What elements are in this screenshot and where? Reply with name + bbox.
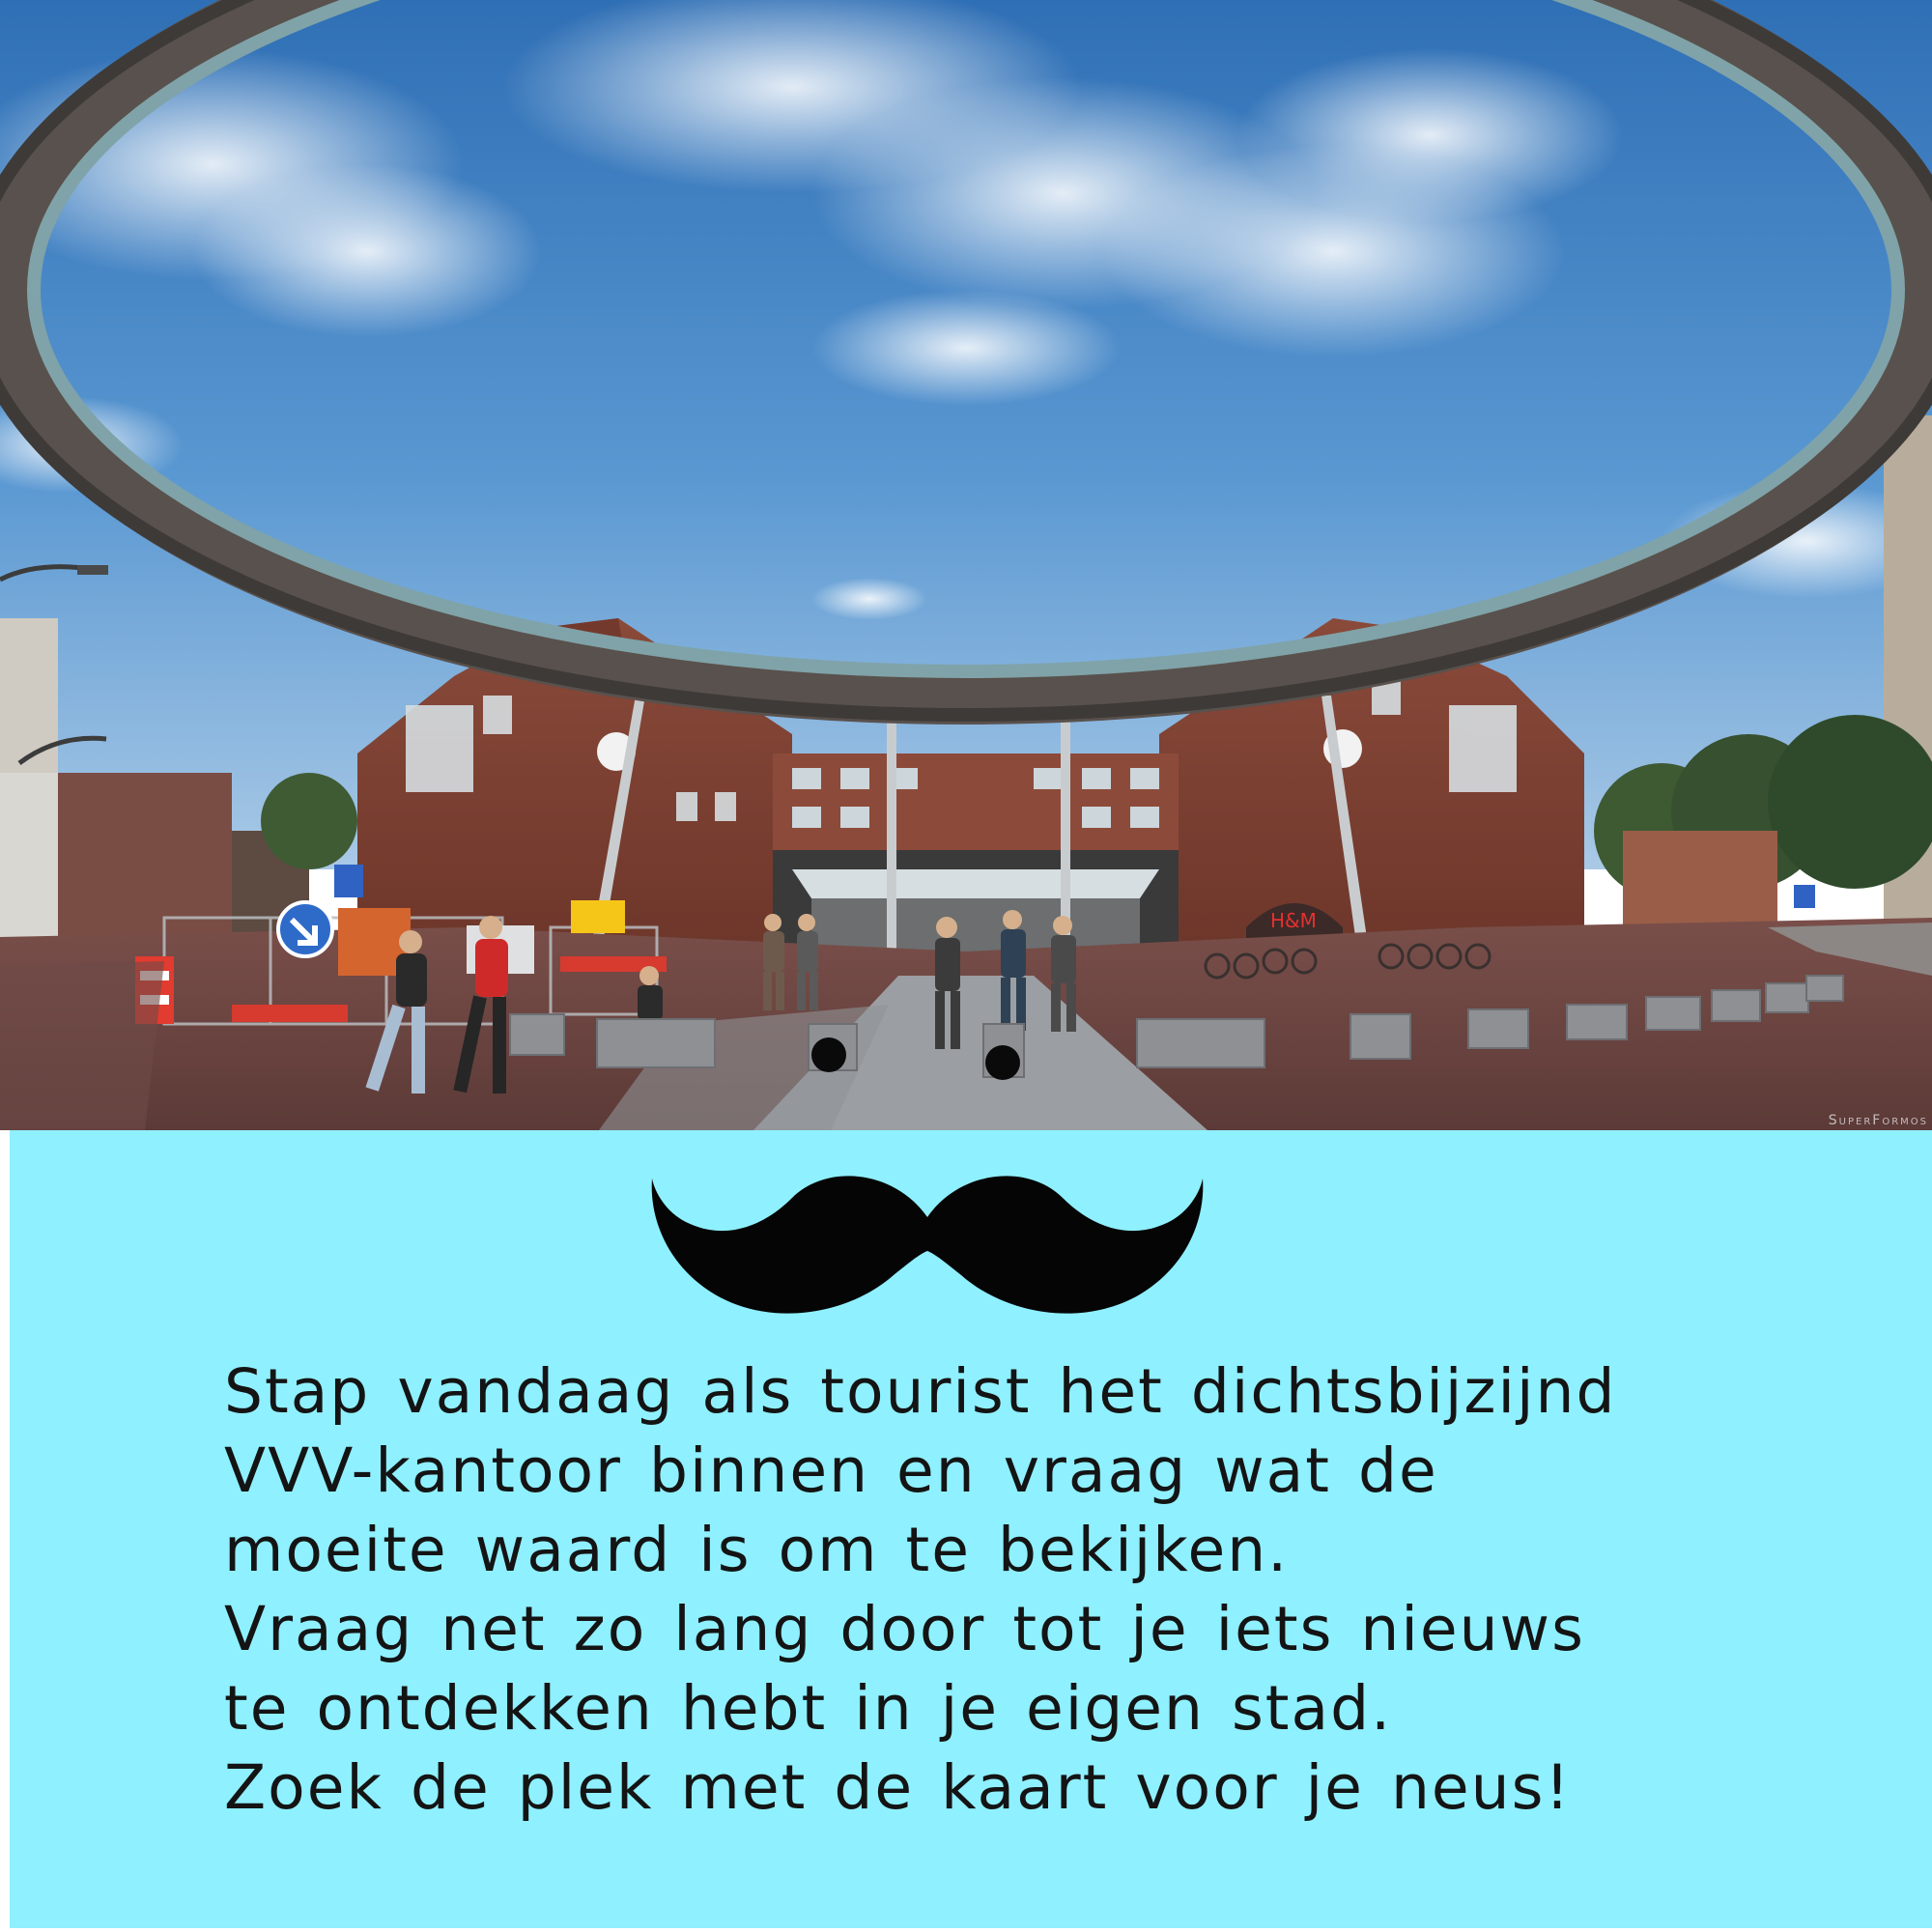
challenge-text: Stap vandaag als tourist het dichtsbijzi… bbox=[224, 1352, 1886, 1828]
challenge-line-1: Stap vandaag als tourist het dichtsbijzi… bbox=[224, 1356, 1617, 1427]
challenge-line-4: Vraag net zo lang door tot je iets nieuw… bbox=[224, 1594, 1585, 1664]
mustache-icon bbox=[647, 1150, 1208, 1323]
bollard-dot bbox=[985, 1045, 1020, 1080]
challenge-line-6: Zoek de plek met de kaart voor je neus! bbox=[224, 1752, 1572, 1823]
photo-illustration: H&M bbox=[0, 0, 1932, 1130]
poster: H&M SuperFormos Stap vandaag als tourist… bbox=[0, 0, 1932, 1932]
hm-sign: H&M bbox=[1270, 909, 1317, 932]
challenge-line-2: VVV-kantoor binnen en vraag wat de bbox=[224, 1435, 1438, 1506]
challenge-line-5: te ontdekken hebt in je eigen stad. bbox=[224, 1673, 1393, 1744]
photo-watermark: SuperFormos bbox=[1828, 1113, 1928, 1128]
message-card: Stap vandaag als tourist het dichtsbijzi… bbox=[10, 1130, 1932, 1928]
street-photo: H&M SuperFormos bbox=[0, 0, 1932, 1130]
challenge-line-3: moeite waard is om te bekijken. bbox=[224, 1515, 1290, 1585]
bollard-dot bbox=[811, 1037, 846, 1072]
left-street bbox=[0, 961, 164, 1130]
